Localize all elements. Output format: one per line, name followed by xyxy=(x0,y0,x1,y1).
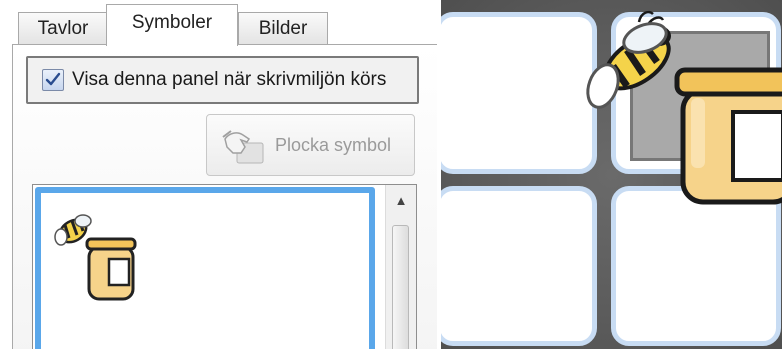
selected-symbol-item[interactable] xyxy=(35,187,375,349)
show-panel-option[interactable]: Visa denna panel när skrivmiljön körs xyxy=(26,56,419,104)
list-scrollbar[interactable]: ▲ xyxy=(385,185,416,349)
tab-bilder[interactable]: Bilder xyxy=(238,12,328,44)
grid-cell-3[interactable] xyxy=(441,186,597,346)
pick-symbol-button[interactable]: Plocka symbol xyxy=(206,114,415,176)
pick-symbol-label: Plocka symbol xyxy=(275,134,392,155)
symbol-list[interactable]: ▲ xyxy=(32,184,417,349)
bee-honey-jar-icon xyxy=(54,214,137,301)
grid-cell-1[interactable] xyxy=(441,12,597,174)
tab-strip: Tavlor Bilder Symboler xyxy=(0,0,437,46)
grid-cell-4[interactable] xyxy=(611,186,781,346)
show-panel-label: Visa denna panel när skrivmiljön körs xyxy=(72,69,387,90)
show-panel-checkbox[interactable] xyxy=(42,69,64,91)
scroll-thumb[interactable] xyxy=(392,225,409,349)
scroll-up-arrow-icon[interactable]: ▲ xyxy=(386,185,416,215)
symbol-panel: Tavlor Bilder Symboler Visa denna panel … xyxy=(0,0,437,349)
tab-tavlor[interactable]: Tavlor xyxy=(18,12,108,44)
tab-symboler[interactable]: Symboler xyxy=(106,4,238,46)
bee-honey-jar-icon xyxy=(586,10,782,205)
checkmark-icon xyxy=(45,72,61,86)
hand-pointer-icon xyxy=(222,130,264,164)
symbol-grid xyxy=(441,0,782,349)
